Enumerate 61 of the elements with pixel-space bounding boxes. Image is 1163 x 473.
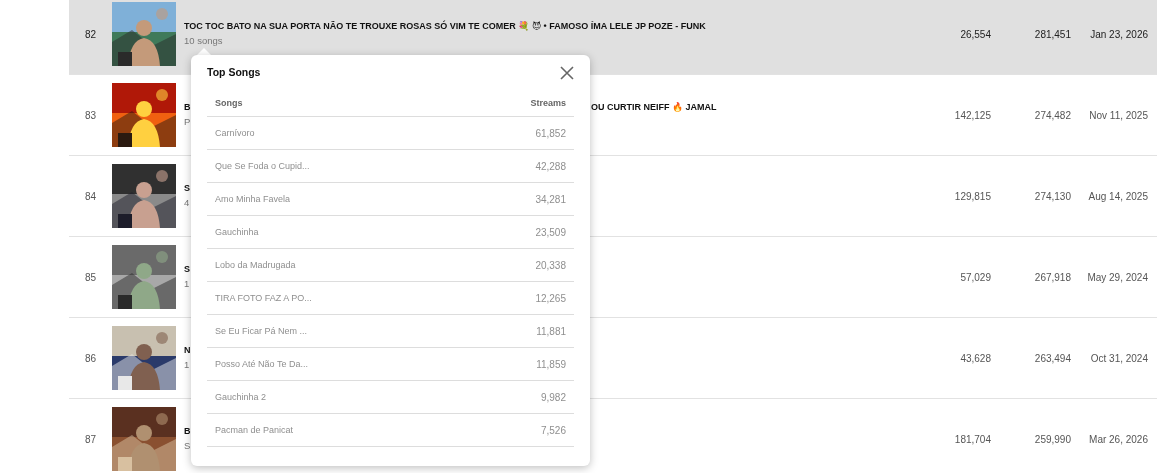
stream-count: 42,288 bbox=[535, 159, 566, 174]
stream-count: 11,859 bbox=[536, 357, 566, 372]
playlist-title[interactable]: TOC TOC BATO NA SUA PORTA NÃO TE TROUXE ROSAS SÓ VIM TE COMER 💐 😈 • FAMOSO ÍMA LELE JP POZE - FUNK bbox=[184, 19, 706, 34]
song-name: Pacman de Panicat bbox=[215, 423, 294, 437]
rank-number: 86 bbox=[83, 351, 98, 366]
date-cell-text: Nov 11, 2025 bbox=[1088, 108, 1149, 123]
date-cell-text: May 29, 2024 bbox=[1086, 270, 1149, 285]
song-count: 10 songs bbox=[184, 35, 223, 47]
popup-title: Top Songs bbox=[207, 65, 261, 80]
song-name: Carnívoro bbox=[215, 126, 255, 140]
column-header: Songs bbox=[215, 96, 243, 110]
song-name: Gauchinha bbox=[215, 225, 259, 239]
song-name: Que Se Foda o Cupid... bbox=[215, 159, 310, 173]
song-name: Posso Até Não Te Da... bbox=[215, 357, 308, 371]
playlist-title[interactable]: S bbox=[184, 262, 190, 277]
table-cell-text: 129,815 bbox=[953, 189, 991, 204]
table-cell-text: 274,482 bbox=[1033, 108, 1071, 123]
table-cell-text: 43,628 bbox=[959, 351, 991, 366]
table-cell-text: 57,029 bbox=[959, 270, 991, 285]
playlist-title-fragment[interactable]: OU CURTIR NEIFF 🔥 JAMAL bbox=[591, 100, 717, 115]
stream-count: 23,509 bbox=[535, 225, 566, 240]
table-cell-text: 267,918 bbox=[1033, 270, 1071, 285]
song-name: Se Eu Ficar Pá Nem ... bbox=[215, 324, 308, 338]
table-cell-text: 26,554 bbox=[959, 27, 991, 42]
date-cell-text: Oct 31, 2024 bbox=[1089, 351, 1149, 366]
playlist-title[interactable]: B bbox=[184, 101, 191, 112]
date-cell-text: Jan 23, 2026 bbox=[1089, 27, 1149, 42]
table-cell-text: 281,451 bbox=[1033, 27, 1071, 42]
column-header: Streams bbox=[530, 96, 566, 110]
stream-count: 11,881 bbox=[536, 324, 566, 339]
rank-number: 83 bbox=[83, 108, 98, 123]
stream-count: 61,852 bbox=[535, 126, 566, 141]
stream-count: 20,338 bbox=[535, 258, 566, 273]
playlist-title[interactable]: S bbox=[184, 181, 190, 196]
song-name: Amo Minha Favela bbox=[215, 192, 291, 206]
rank-number: 84 bbox=[83, 189, 98, 204]
stream-count: 12,265 bbox=[535, 291, 566, 306]
song-count: 1 bbox=[184, 359, 190, 371]
close-button[interactable] bbox=[560, 65, 574, 80]
stream-count: 7,526 bbox=[540, 423, 566, 438]
stream-count: 9,982 bbox=[540, 390, 566, 405]
stream-count: 34,281 bbox=[535, 192, 566, 207]
song-name: Lobo da Madrugada bbox=[215, 258, 296, 272]
playlist-title[interactable]: B bbox=[184, 424, 191, 439]
song-count: S bbox=[184, 440, 191, 452]
table-cell-text: 142,125 bbox=[953, 108, 991, 123]
song-count: 1 bbox=[184, 278, 190, 290]
table-cell-text: 263,494 bbox=[1033, 351, 1071, 366]
table-cell-text: 274,130 bbox=[1033, 189, 1071, 204]
song-name: TIRA FOTO FAZ A PO... bbox=[215, 291, 312, 305]
song-count: P bbox=[184, 116, 191, 128]
rank-number: 87 bbox=[83, 432, 98, 447]
rank-number: 82 bbox=[83, 27, 98, 42]
date-cell-text: Mar 26, 2026 bbox=[1088, 432, 1149, 447]
song-name: Gauchinha 2 bbox=[215, 390, 267, 404]
song-count: 4 bbox=[184, 197, 190, 209]
playlist-title[interactable]: N bbox=[184, 343, 191, 358]
rank-number: 85 bbox=[83, 270, 98, 285]
table-cell-text: 181,704 bbox=[953, 432, 991, 447]
table-cell-text: 259,990 bbox=[1033, 432, 1071, 447]
date-cell-text: Aug 14, 2025 bbox=[1087, 189, 1149, 204]
